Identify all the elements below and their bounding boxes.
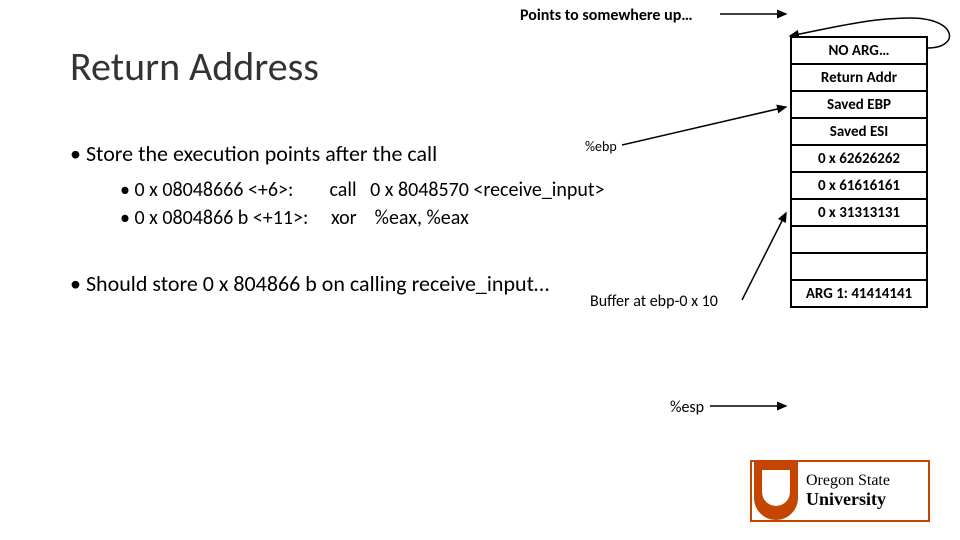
osu-line1: Oregon State	[806, 473, 890, 490]
osu-crest-icon	[754, 462, 798, 520]
osu-logo: Oregon State University	[750, 460, 930, 522]
code-line-2: 0 x 0804866 b <+11>: xor %eax, %eax	[120, 206, 469, 230]
stack-cell-arg1: ARG 1: 41414141	[790, 279, 928, 308]
stack-cell-saved-ebp: Saved EBP	[790, 90, 928, 119]
annotation-buffer: Buffer at ebp-0 x 10	[590, 292, 718, 311]
label-esp: %esp	[670, 398, 704, 417]
stack-cell-61: 0 x 61616161	[790, 171, 928, 200]
osu-line2: University	[806, 490, 890, 509]
stack-cell-return-addr: Return Addr	[790, 63, 928, 92]
stack-diagram: NO ARG… Return Addr Saved EBP Saved ESI …	[790, 36, 930, 308]
code-line-1: 0 x 08048666 <+6>: call 0 x 8048570 <rec…	[120, 178, 605, 202]
annotation-points-up: Points to somewhere up…	[520, 6, 693, 25]
stack-cell-noarg: NO ARG…	[790, 36, 928, 65]
stack-cell-saved-esi: Saved ESI	[790, 117, 928, 146]
slide-title: Return Address	[70, 42, 319, 91]
osu-logo-text: Oregon State University	[806, 473, 890, 509]
bullet-store-execution: Store the execution points after the cal…	[70, 140, 437, 167]
stack-cell-empty-1	[790, 225, 928, 254]
bullet-should-store: Should store 0 x 804866 b on calling rec…	[70, 270, 549, 297]
stack-cell-31: 0 x 31313131	[790, 198, 928, 227]
stack-cell-62: 0 x 62626262	[790, 144, 928, 173]
stack-cell-empty-2	[790, 252, 928, 281]
label-ebp: %ebp	[585, 138, 617, 155]
